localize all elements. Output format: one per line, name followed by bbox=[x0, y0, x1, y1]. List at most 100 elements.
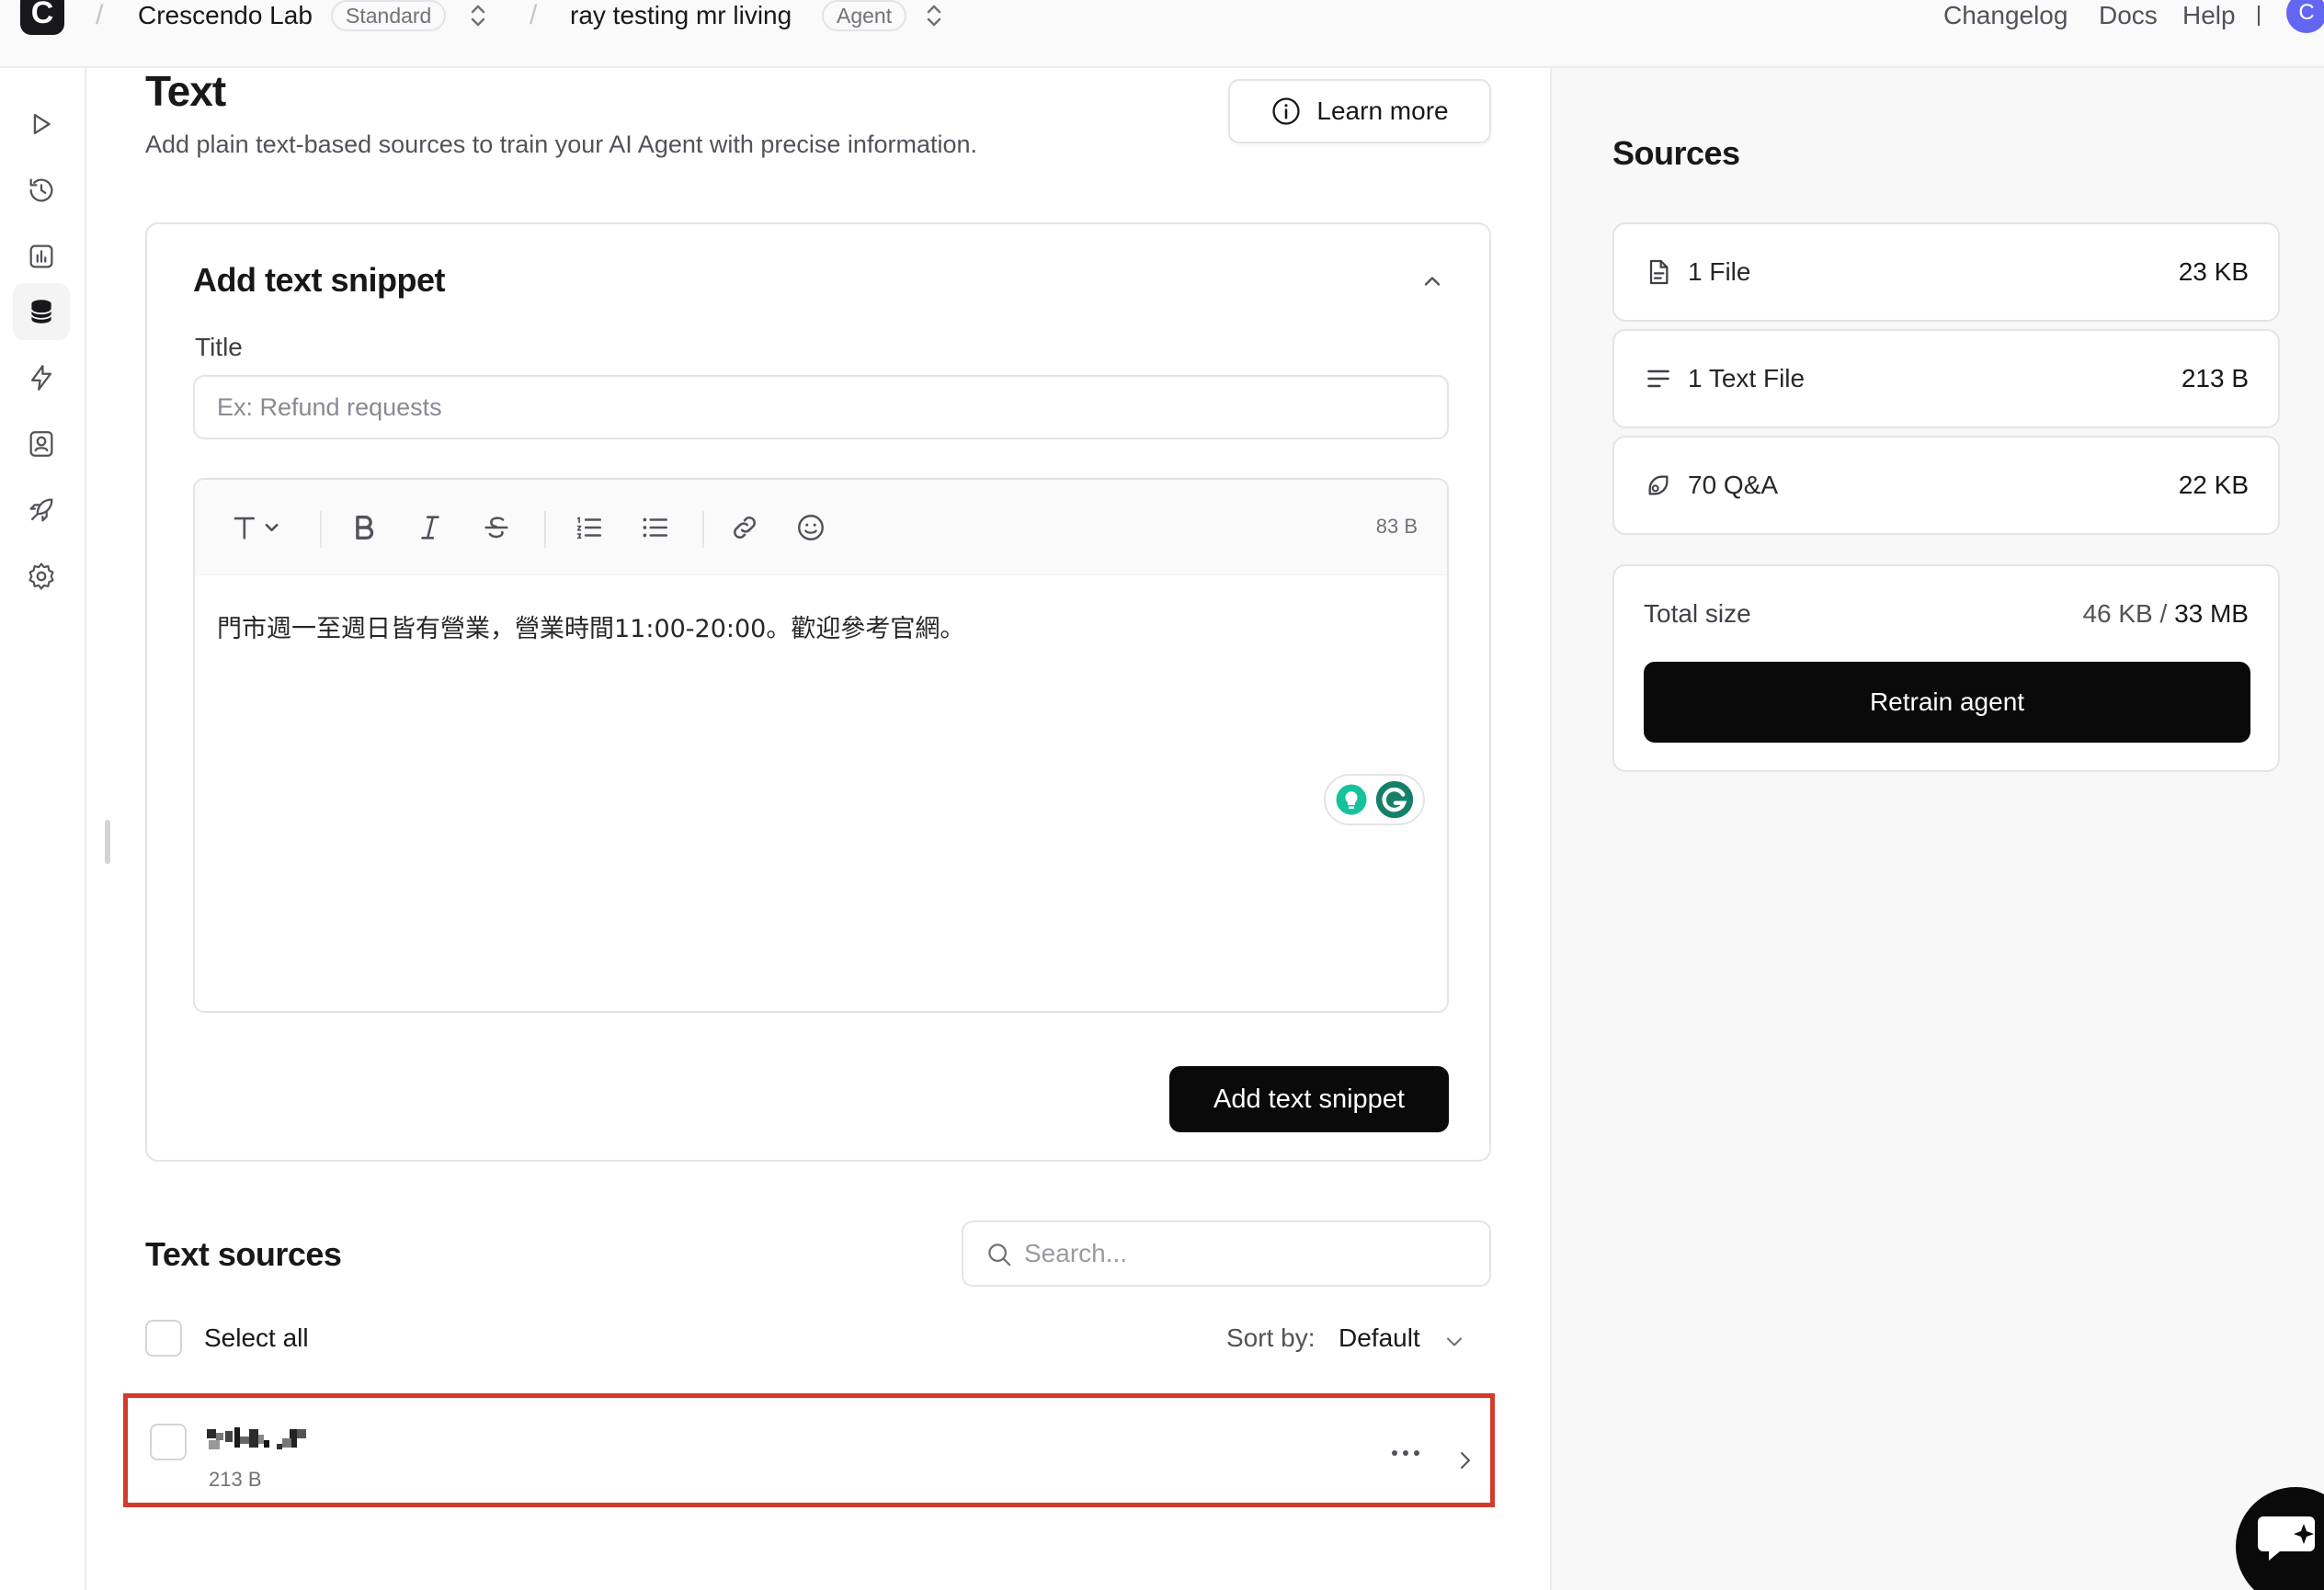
nav-activity[interactable] bbox=[13, 162, 70, 219]
grammarly-widget[interactable] bbox=[1324, 774, 1425, 825]
workspace-plan-badge: Standard bbox=[331, 0, 447, 31]
toolbar-divider bbox=[320, 511, 322, 548]
sources-sidebar: Sources 1 File 23 KB 1 Text File 213 B 7… bbox=[1550, 68, 2324, 1590]
source-card-name: 1 Text File bbox=[1688, 364, 1806, 392]
bullet-list-icon bbox=[643, 517, 668, 538]
bullet-list-button[interactable] bbox=[636, 509, 673, 546]
text-type-icon bbox=[234, 517, 279, 539]
app-root: C / Crescendo Lab Standard / ray testing… bbox=[0, 0, 2324, 1590]
sort-label: Sort by: bbox=[1226, 1323, 1316, 1352]
nav-deploy[interactable] bbox=[13, 482, 70, 539]
snippet-editor[interactable]: 83 B 門市週一至週日皆有營業，營業時間11:00-20:00。歡迎參考官網。 bbox=[193, 478, 1449, 1013]
select-all-checkbox[interactable] bbox=[145, 1320, 182, 1357]
nav-actions[interactable] bbox=[13, 349, 70, 406]
total-size-value: 46 KB / 33 MB bbox=[2082, 599, 2249, 629]
database-icon bbox=[30, 300, 52, 324]
play-icon bbox=[33, 113, 51, 135]
editor-content[interactable]: 門市週一至週日皆有營業，營業時間11:00-20:00。歡迎參考官網。 bbox=[217, 608, 964, 644]
add-text-snippet-button[interactable]: Add text snippet bbox=[1169, 1066, 1449, 1132]
nav-settings[interactable] bbox=[13, 548, 70, 605]
qa-icon bbox=[1648, 475, 1669, 495]
chevron-up-icon[interactable] bbox=[1419, 268, 1445, 294]
emoji-icon bbox=[798, 515, 824, 540]
text-source-row[interactable]: 213 B bbox=[123, 1393, 1495, 1507]
row-file-size: 213 B bbox=[209, 1468, 262, 1491]
text-lines-icon bbox=[1647, 369, 1669, 388]
search-icon bbox=[988, 1244, 1011, 1266]
toolbar-divider bbox=[544, 511, 546, 548]
top-bar: C / Crescendo Lab Standard / ray testing… bbox=[0, 0, 2324, 68]
page-description: Add plain text-based sources to train yo… bbox=[145, 131, 977, 158]
info-icon bbox=[1272, 97, 1300, 125]
total-size-label: Total size bbox=[1644, 599, 1751, 628]
select-all-label[interactable]: Select all bbox=[204, 1323, 309, 1353]
agent-type-badge: Agent bbox=[822, 0, 907, 31]
italic-button[interactable] bbox=[412, 509, 449, 546]
source-card-name: 1 File bbox=[1688, 257, 1751, 286]
search-input[interactable] bbox=[1024, 1233, 1465, 1274]
chevron-down-icon[interactable] bbox=[1441, 1329, 1467, 1355]
deploy-icon bbox=[29, 498, 53, 522]
breadcrumb-separator: / bbox=[530, 0, 538, 30]
source-card-files[interactable]: 1 File 23 KB bbox=[1612, 222, 2280, 322]
chat-sparkle-icon bbox=[2258, 1516, 2315, 1561]
strikethrough-button[interactable] bbox=[478, 509, 515, 546]
italic-icon bbox=[421, 516, 439, 539]
settings-icon bbox=[28, 562, 54, 590]
link-button[interactable] bbox=[726, 509, 763, 546]
total-limit: 33 MB bbox=[2174, 599, 2249, 628]
link-icon bbox=[734, 517, 756, 539]
strikethrough-icon bbox=[484, 517, 508, 539]
ordered-list-button[interactable] bbox=[570, 509, 607, 546]
ordered-list-icon bbox=[576, 517, 602, 539]
sort-dropdown[interactable]: Default bbox=[1339, 1323, 1420, 1353]
search-field[interactable] bbox=[962, 1221, 1491, 1287]
contacts-icon bbox=[29, 431, 53, 457]
app-logo[interactable]: C bbox=[20, 0, 64, 35]
lightbulb-icon bbox=[1336, 784, 1366, 815]
text-style-dropdown[interactable] bbox=[221, 509, 294, 546]
docs-link[interactable]: Docs bbox=[2099, 0, 2158, 31]
total-used: 46 KB bbox=[2082, 599, 2153, 628]
nav-contacts[interactable] bbox=[13, 415, 70, 472]
help-link[interactable]: Help bbox=[2182, 0, 2236, 31]
grammarly-icon bbox=[1375, 780, 1413, 819]
chevron-right-icon[interactable] bbox=[1455, 1448, 1475, 1473]
agent-switch-icon[interactable] bbox=[925, 2, 943, 29]
agent-name[interactable]: ray testing mr living bbox=[570, 0, 792, 31]
workspace-switch-icon[interactable] bbox=[469, 2, 487, 29]
more-options-icon[interactable] bbox=[1387, 1444, 1424, 1462]
nav-playground[interactable] bbox=[13, 96, 70, 153]
source-card-size: 213 B bbox=[2181, 364, 2249, 392]
changelog-link[interactable]: Changelog bbox=[1943, 0, 2068, 31]
retrain-agent-button[interactable]: Retrain agent bbox=[1644, 662, 2250, 743]
byte-counter: 83 B bbox=[1375, 515, 1418, 538]
analytics-icon bbox=[29, 244, 53, 268]
source-card-qa[interactable]: 70 Q&A 22 KB bbox=[1612, 436, 2280, 535]
topbar-divider bbox=[2258, 6, 2260, 26]
source-card-name: 70 Q&A bbox=[1688, 471, 1779, 499]
total-size-card: Total size 46 KB / 33 MB Retrain agent bbox=[1612, 564, 2280, 772]
source-card-size: 22 KB bbox=[2178, 471, 2249, 499]
nav-analytics[interactable] bbox=[13, 228, 70, 285]
learn-more-label: Learn more bbox=[1316, 97, 1449, 125]
redacted-title bbox=[207, 1427, 306, 1449]
snippet-card-title: Add text snippet bbox=[193, 261, 446, 299]
snippet-title-input[interactable] bbox=[193, 375, 1449, 439]
nav-sources[interactable] bbox=[13, 283, 70, 340]
actions-icon bbox=[30, 365, 52, 391]
bold-icon bbox=[356, 515, 374, 540]
text-sources-heading: Text sources bbox=[145, 1235, 342, 1273]
emoji-button[interactable] bbox=[792, 509, 829, 546]
source-card-size: 23 KB bbox=[2178, 257, 2249, 286]
panel-resize-handle[interactable] bbox=[105, 820, 110, 864]
learn-more-button[interactable]: Learn more bbox=[1228, 79, 1491, 143]
title-field-label: Title bbox=[195, 333, 243, 361]
source-card-text[interactable]: 1 Text File 213 B bbox=[1612, 329, 2280, 428]
workspace-name[interactable]: Crescendo Lab bbox=[138, 0, 313, 31]
user-avatar[interactable]: C bbox=[2286, 0, 2324, 33]
row-checkbox[interactable] bbox=[150, 1424, 187, 1460]
add-snippet-card: Add text snippet Title Ex: Refund reques… bbox=[145, 222, 1491, 1162]
sources-panel-title: Sources bbox=[1612, 134, 1740, 172]
bold-button[interactable] bbox=[346, 509, 382, 546]
